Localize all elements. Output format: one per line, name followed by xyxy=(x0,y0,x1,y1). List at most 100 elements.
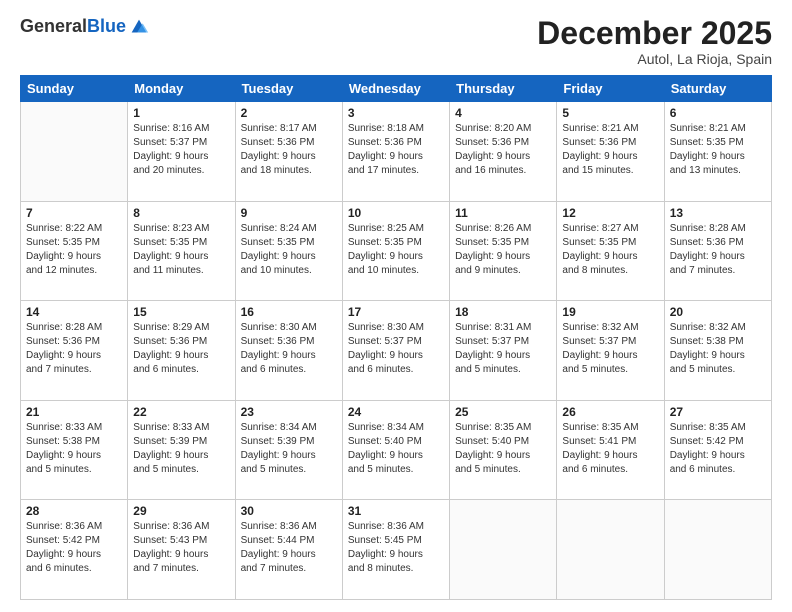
calendar-cell: 24 Sunrise: 8:34 AM Sunset: 5:40 PM Dayli… xyxy=(342,400,449,500)
calendar-cell: 2 Sunrise: 8:17 AM Sunset: 5:36 PM Daylig… xyxy=(235,102,342,202)
day-number: 16 xyxy=(241,305,337,319)
day-info: Sunrise: 8:23 AM Sunset: 5:35 PM Dayligh… xyxy=(133,222,229,278)
day-info: Sunrise: 8:21 AM Sunset: 5:36 PM Dayligh… xyxy=(562,122,658,178)
calendar-cell: 1Sunrise: 8:16 AM Sunset: 5:37 PM Daylig… xyxy=(128,102,235,202)
calendar-cell xyxy=(21,102,128,202)
calendar-week-row: 14Sunrise: 8:28 AM Sunset: 5:36 PM Dayli… xyxy=(21,301,772,401)
calendar-cell: 22Sunrise: 8:33 AM Sunset: 5:39 PM Dayli… xyxy=(128,400,235,500)
calendar-cell xyxy=(664,500,771,600)
day-number: 31 xyxy=(348,504,444,518)
day-info: Sunrise: 8:35 AM Sunset: 5:40 PM Dayligh… xyxy=(455,421,551,477)
day-info: Sunrise: 8:26 AM Sunset: 5:35 PM Dayligh… xyxy=(455,222,551,278)
day-number: 26 xyxy=(562,405,658,419)
day-info: Sunrise: 8:22 AM Sunset: 5:35 PM Dayligh… xyxy=(26,222,122,278)
title-block: December 2025 Autol, La Rioja, Spain xyxy=(537,16,772,67)
day-number: 8 xyxy=(133,206,229,220)
day-info: Sunrise: 8:27 AM Sunset: 5:35 PM Dayligh… xyxy=(562,222,658,278)
calendar-cell: 5 Sunrise: 8:21 AM Sunset: 5:36 PM Daylig… xyxy=(557,102,664,202)
day-number: 18 xyxy=(455,305,551,319)
day-number: 10 xyxy=(348,206,444,220)
header: GeneralBlue December 2025 Autol, La Rioj… xyxy=(20,16,772,67)
calendar-cell: 13 Sunrise: 8:28 AM Sunset: 5:36 PM Dayli… xyxy=(664,201,771,301)
day-info: Sunrise: 8:17 AM Sunset: 5:36 PM Dayligh… xyxy=(241,122,337,178)
day-number: 15 xyxy=(133,305,229,319)
day-number: 11 xyxy=(455,206,551,220)
day-info: Sunrise: 8:28 AM Sunset: 5:36 PM Dayligh… xyxy=(26,321,122,377)
day-info: Sunrise: 8:21 AM Sunset: 5:35 PM Dayligh… xyxy=(670,122,766,178)
calendar-cell: 21 Sunrise: 8:33 AM Sunset: 5:38 PM Dayli… xyxy=(21,400,128,500)
calendar-table: SundayMondayTuesdayWednesdayThursdayFrid… xyxy=(20,75,772,600)
day-number: 28 xyxy=(26,504,122,518)
day-info: Sunrise: 8:30 AM Sunset: 5:37 PM Dayligh… xyxy=(348,321,444,377)
calendar-cell: 6 Sunrise: 8:21 AM Sunset: 5:35 PM Daylig… xyxy=(664,102,771,202)
day-number: 13 xyxy=(670,206,766,220)
day-info: Sunrise: 8:35 AM Sunset: 5:42 PM Dayligh… xyxy=(670,421,766,477)
day-info: Sunrise: 8:20 AM Sunset: 5:36 PM Dayligh… xyxy=(455,122,551,178)
calendar-cell: 4 Sunrise: 8:20 AM Sunset: 5:36 PM Daylig… xyxy=(450,102,557,202)
calendar-cell: 25 Sunrise: 8:35 AM Sunset: 5:40 PM Dayli… xyxy=(450,400,557,500)
logo: GeneralBlue xyxy=(20,16,150,38)
logo-icon xyxy=(128,16,150,38)
calendar-cell: 17 Sunrise: 8:30 AM Sunset: 5:37 PM Dayli… xyxy=(342,301,449,401)
calendar-cell xyxy=(450,500,557,600)
day-info: Sunrise: 8:28 AM Sunset: 5:36 PM Dayligh… xyxy=(670,222,766,278)
day-number: 29 xyxy=(133,504,229,518)
day-number: 7 xyxy=(26,206,122,220)
day-number: 30 xyxy=(241,504,337,518)
weekday-header: Saturday xyxy=(664,76,771,102)
day-info: Sunrise: 8:33 AM Sunset: 5:38 PM Dayligh… xyxy=(26,421,122,477)
day-number: 9 xyxy=(241,206,337,220)
calendar-cell: 29Sunrise: 8:36 AM Sunset: 5:43 PM Dayli… xyxy=(128,500,235,600)
day-info: Sunrise: 8:32 AM Sunset: 5:37 PM Dayligh… xyxy=(562,321,658,377)
day-number: 25 xyxy=(455,405,551,419)
calendar-cell: 27 Sunrise: 8:35 AM Sunset: 5:42 PM Dayli… xyxy=(664,400,771,500)
calendar-cell: 23Sunrise: 8:34 AM Sunset: 5:39 PM Dayli… xyxy=(235,400,342,500)
calendar-cell: 10Sunrise: 8:25 AM Sunset: 5:35 PM Dayli… xyxy=(342,201,449,301)
calendar-week-row: 7 Sunrise: 8:22 AM Sunset: 5:35 PM Daylig… xyxy=(21,201,772,301)
day-number: 6 xyxy=(670,106,766,120)
day-number: 27 xyxy=(670,405,766,419)
day-number: 20 xyxy=(670,305,766,319)
logo-text: GeneralBlue xyxy=(20,17,126,37)
day-info: Sunrise: 8:24 AM Sunset: 5:35 PM Dayligh… xyxy=(241,222,337,278)
weekday-header: Monday xyxy=(128,76,235,102)
weekday-header: Sunday xyxy=(21,76,128,102)
day-info: Sunrise: 8:18 AM Sunset: 5:36 PM Dayligh… xyxy=(348,122,444,178)
calendar-cell: 26 Sunrise: 8:35 AM Sunset: 5:41 PM Dayli… xyxy=(557,400,664,500)
calendar-cell: 30 Sunrise: 8:36 AM Sunset: 5:44 PM Dayli… xyxy=(235,500,342,600)
calendar-cell: 16Sunrise: 8:30 AM Sunset: 5:36 PM Dayli… xyxy=(235,301,342,401)
calendar-cell: 18Sunrise: 8:31 AM Sunset: 5:37 PM Dayli… xyxy=(450,301,557,401)
calendar-cell: 7 Sunrise: 8:22 AM Sunset: 5:35 PM Daylig… xyxy=(21,201,128,301)
day-number: 21 xyxy=(26,405,122,419)
day-info: Sunrise: 8:35 AM Sunset: 5:41 PM Dayligh… xyxy=(562,421,658,477)
day-number: 2 xyxy=(241,106,337,120)
calendar-cell xyxy=(557,500,664,600)
page: GeneralBlue December 2025 Autol, La Rioj… xyxy=(0,0,792,612)
day-info: Sunrise: 8:36 AM Sunset: 5:42 PM Dayligh… xyxy=(26,520,122,576)
day-number: 1 xyxy=(133,106,229,120)
day-info: Sunrise: 8:34 AM Sunset: 5:40 PM Dayligh… xyxy=(348,421,444,477)
weekday-header: Wednesday xyxy=(342,76,449,102)
day-number: 17 xyxy=(348,305,444,319)
day-info: Sunrise: 8:33 AM Sunset: 5:39 PM Dayligh… xyxy=(133,421,229,477)
calendar-cell: 9 Sunrise: 8:24 AM Sunset: 5:35 PM Daylig… xyxy=(235,201,342,301)
day-number: 24 xyxy=(348,405,444,419)
calendar-cell: 19 Sunrise: 8:32 AM Sunset: 5:37 PM Dayli… xyxy=(557,301,664,401)
calendar-cell: 14Sunrise: 8:28 AM Sunset: 5:36 PM Dayli… xyxy=(21,301,128,401)
calendar-cell: 3 Sunrise: 8:18 AM Sunset: 5:36 PM Daylig… xyxy=(342,102,449,202)
day-number: 19 xyxy=(562,305,658,319)
calendar-cell: 15 Sunrise: 8:29 AM Sunset: 5:36 PM Dayli… xyxy=(128,301,235,401)
day-info: Sunrise: 8:36 AM Sunset: 5:45 PM Dayligh… xyxy=(348,520,444,576)
day-number: 23 xyxy=(241,405,337,419)
calendar-week-row: 1Sunrise: 8:16 AM Sunset: 5:37 PM Daylig… xyxy=(21,102,772,202)
day-number: 3 xyxy=(348,106,444,120)
day-info: Sunrise: 8:29 AM Sunset: 5:36 PM Dayligh… xyxy=(133,321,229,377)
calendar-cell: 20Sunrise: 8:32 AM Sunset: 5:38 PM Dayli… xyxy=(664,301,771,401)
calendar-cell: 11 Sunrise: 8:26 AM Sunset: 5:35 PM Dayli… xyxy=(450,201,557,301)
day-info: Sunrise: 8:36 AM Sunset: 5:44 PM Dayligh… xyxy=(241,520,337,576)
calendar-cell: 8 Sunrise: 8:23 AM Sunset: 5:35 PM Daylig… xyxy=(128,201,235,301)
calendar-cell: 31 Sunrise: 8:36 AM Sunset: 5:45 PM Dayli… xyxy=(342,500,449,600)
day-number: 5 xyxy=(562,106,658,120)
day-number: 4 xyxy=(455,106,551,120)
calendar-cell: 28 Sunrise: 8:36 AM Sunset: 5:42 PM Dayli… xyxy=(21,500,128,600)
